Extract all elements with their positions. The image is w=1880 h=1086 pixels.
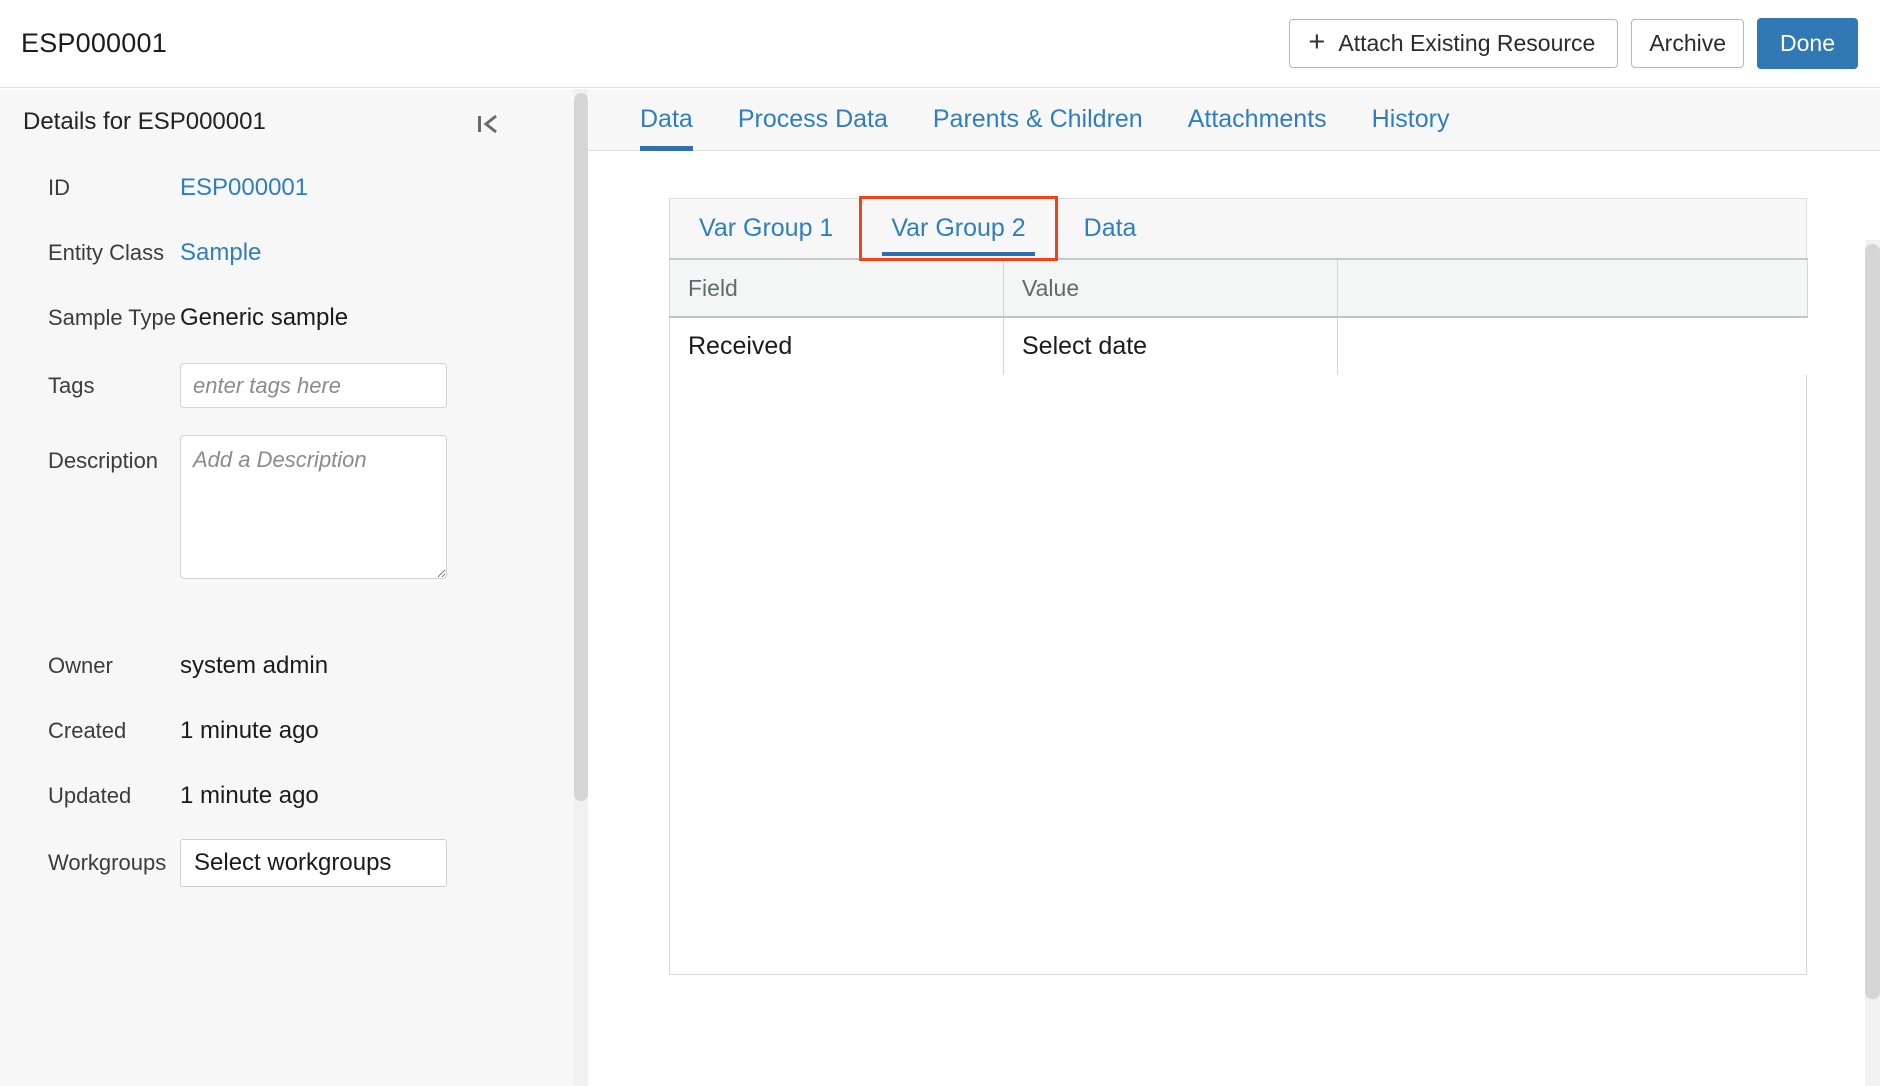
- table-header-row: Field Value: [669, 258, 1808, 318]
- column-header-value[interactable]: Value: [1003, 258, 1338, 318]
- page-title: ESP000001: [21, 28, 167, 58]
- main-scrollbar-thumb[interactable]: [1865, 244, 1880, 999]
- label-created: Created: [48, 717, 127, 743]
- main-tab-bar: Data Process Data Parents & Children Att…: [589, 89, 1880, 151]
- details-form: ID ESP000001 Entity Class Sample Sample …: [0, 155, 587, 898]
- table-row[interactable]: Received Select date: [669, 316, 1808, 376]
- tab-attachments[interactable]: Attachments: [1188, 89, 1327, 151]
- label-updated: Updated: [48, 782, 132, 808]
- details-panel-scrollbar-thumb[interactable]: [574, 93, 588, 801]
- var-group-data-table: Field Value Received Select date: [669, 258, 1808, 376]
- details-panel: Details for ESP000001 ID ESP000001 Entit…: [0, 89, 588, 1086]
- table-header: Field Value: [669, 258, 1808, 318]
- label-workgroups: Workgroups: [48, 850, 167, 875]
- field-row-workgroups: Workgroups Select workgroups: [0, 828, 587, 898]
- description-textarea[interactable]: [180, 435, 447, 579]
- cell-field-received: Received: [669, 316, 1004, 376]
- workgroups-select[interactable]: Select workgroups: [180, 839, 447, 887]
- details-panel-header: Details for ESP000001: [0, 89, 587, 155]
- label-tags: Tags: [48, 372, 95, 398]
- data-tab-panel: Var Group 1 Var Group 2 Data Field Value…: [589, 151, 1880, 1086]
- tags-input[interactable]: [180, 363, 447, 408]
- field-row-tags: Tags: [0, 350, 587, 421]
- value-updated: 1 minute ago: [180, 781, 319, 809]
- main-content-area: Data Process Data Parents & Children Att…: [589, 89, 1880, 1086]
- label-sample-type: Sample Type: [48, 304, 177, 330]
- cell-extra: [1337, 317, 1808, 375]
- column-header-extra[interactable]: [1337, 258, 1808, 318]
- collapse-left-icon[interactable]: [475, 111, 501, 137]
- field-row-id: ID ESP000001: [0, 155, 587, 220]
- value-entity-class[interactable]: Sample: [180, 239, 261, 267]
- var-group-tab-bar: Var Group 1 Var Group 2 Data: [669, 196, 1807, 261]
- field-row-updated: Updated 1 minute ago: [0, 763, 587, 828]
- label-description: Description: [48, 448, 159, 473]
- field-row-entity-class: Entity Class Sample: [0, 220, 587, 285]
- value-owner: system admin: [180, 651, 329, 679]
- label-owner: Owner: [48, 652, 113, 678]
- top-header-bar: ESP000001 + Attach Existing Resource Arc…: [0, 0, 1880, 88]
- value-id[interactable]: ESP000001: [180, 174, 308, 202]
- details-panel-title: Details for ESP000001: [23, 108, 266, 135]
- tab-var-group-1[interactable]: Var Group 1: [670, 199, 862, 258]
- value-created: 1 minute ago: [180, 716, 319, 744]
- tab-process-data[interactable]: Process Data: [738, 89, 888, 151]
- field-row-created: Created 1 minute ago: [0, 698, 587, 763]
- field-row-description: Description: [0, 421, 587, 633]
- value-sample-type: Generic sample: [180, 303, 349, 331]
- table-body: Received Select date: [669, 316, 1808, 376]
- tab-parents-children[interactable]: Parents & Children: [933, 89, 1143, 151]
- cell-value-select-date[interactable]: Select date: [1003, 316, 1338, 376]
- tab-data[interactable]: Data: [640, 89, 693, 151]
- table-empty-area: [669, 374, 1807, 975]
- column-header-field[interactable]: Field: [669, 258, 1004, 318]
- archive-button[interactable]: Archive: [1631, 19, 1745, 68]
- done-button[interactable]: Done: [1757, 18, 1858, 69]
- field-row-sample-type: Sample Type Generic sample: [0, 285, 587, 350]
- plus-icon: +: [1308, 26, 1326, 58]
- label-entity-class: Entity Class: [48, 239, 165, 265]
- tab-var-group-2[interactable]: Var Group 2: [859, 196, 1058, 261]
- attach-existing-resource-label: Attach Existing Resource: [1338, 30, 1596, 56]
- tab-data-inner[interactable]: Data: [1055, 199, 1166, 258]
- attach-existing-resource-button[interactable]: + Attach Existing Resource: [1289, 19, 1619, 68]
- label-id: ID: [48, 174, 70, 200]
- header-actions: + Attach Existing Resource Archive Done: [1289, 18, 1858, 69]
- field-row-owner: Owner system admin: [0, 633, 587, 698]
- tab-history[interactable]: History: [1372, 89, 1450, 151]
